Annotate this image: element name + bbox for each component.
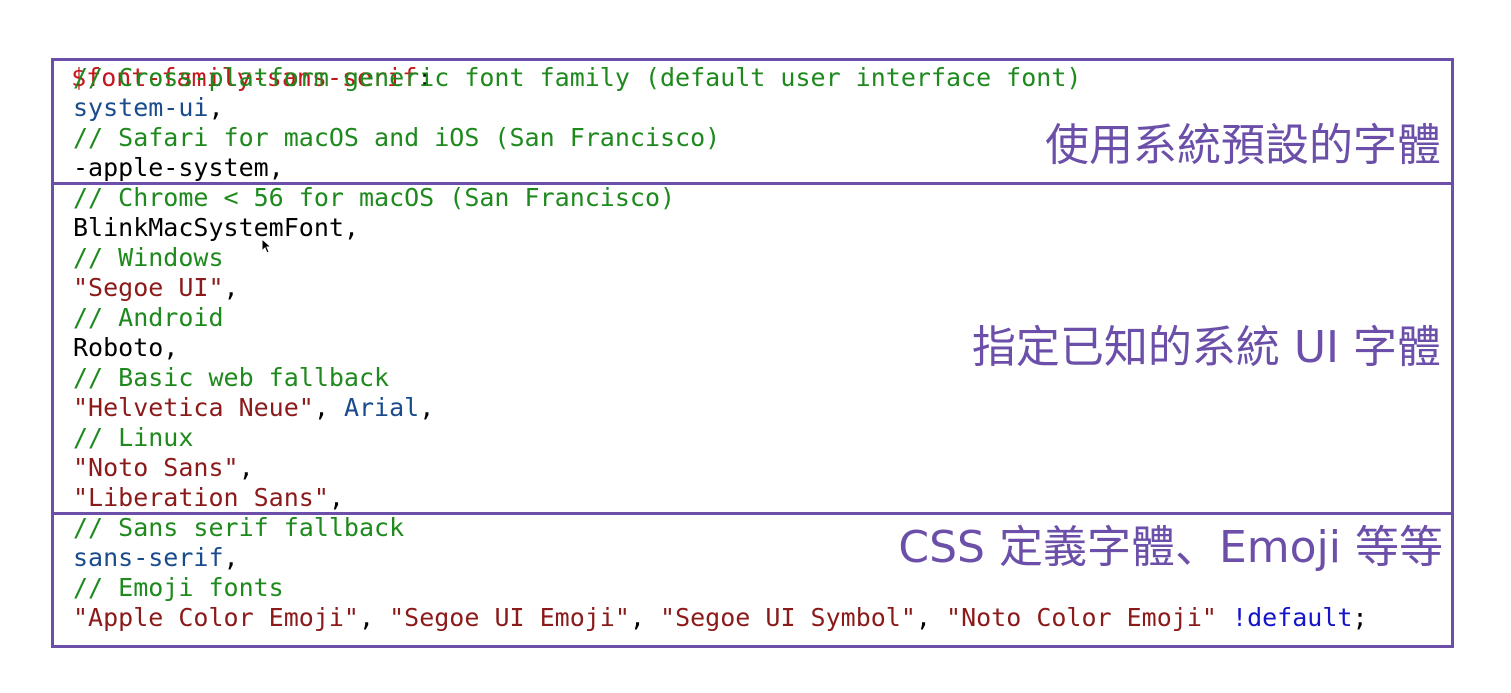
code-token-string: "Segoe UI Emoji" xyxy=(389,603,630,632)
code-line: // Cross-platform generic font family (d… xyxy=(73,63,1081,93)
code-token-plain: Roboto, xyxy=(73,333,179,362)
code-line: // Android xyxy=(73,303,224,333)
code-token-plain: , xyxy=(313,393,344,422)
code-token-keyword: system-ui xyxy=(73,93,209,122)
code-token-plain: , xyxy=(629,603,661,632)
code-line: // Emoji fonts xyxy=(73,573,284,603)
code-token-string: "Noto Color Emoji" xyxy=(946,603,1217,632)
code-line: sans-serif, xyxy=(73,543,239,573)
code-token-plain: , xyxy=(358,603,390,632)
code-token-string: "Apple Color Emoji" xyxy=(73,603,359,632)
code-line: // Safari for macOS and iOS (San Francis… xyxy=(73,123,720,153)
annotation-label-css-emoji: CSS 定義字體、Emoji 等等 xyxy=(898,522,1443,573)
code-line: // Basic web fallback xyxy=(73,363,389,393)
code-line: "Segoe UI", xyxy=(73,273,239,303)
code-token-plain: BlinkMacSystemFont, xyxy=(73,213,359,242)
code-line: BlinkMacSystemFont, xyxy=(73,213,359,243)
code-line: "Noto Sans", xyxy=(73,453,254,483)
annotation-label-system-default: 使用系統預設的字體 xyxy=(1045,120,1441,171)
code-token-plain: ; xyxy=(1352,603,1368,632)
code-line: -apple-system, xyxy=(73,153,284,183)
code-token-plain: , xyxy=(223,273,239,302)
code-token-comment: // Windows xyxy=(73,243,224,272)
code-token-plain: , xyxy=(328,483,344,512)
code-token-plain: , xyxy=(915,603,947,632)
code-token-comment: // Android xyxy=(73,303,224,332)
code-token-plain: , xyxy=(238,453,254,482)
annotation-label-known-system-ui: 指定已知的系統 UI 字體 xyxy=(971,322,1441,373)
code-token-comment: // Chrome < 56 for macOS (San Francisco) xyxy=(73,183,676,212)
code-token-plain: , xyxy=(419,393,435,422)
code-token-flag: !default xyxy=(1232,603,1353,632)
code-line: Roboto, xyxy=(73,333,178,363)
code-token-plain: -apple-system, xyxy=(73,153,284,182)
code-line: // Chrome < 56 for macOS (San Francisco) xyxy=(73,183,675,213)
code-token-string: "Noto Sans" xyxy=(73,453,239,482)
mouse-pointer-icon xyxy=(261,238,271,254)
code-token-keyword: Arial xyxy=(343,393,420,422)
code-line: system-ui, xyxy=(73,93,224,123)
code-token-comment: // Safari for macOS and iOS (San Francis… xyxy=(73,123,721,152)
code-token-comment: // Emoji fonts xyxy=(73,573,284,602)
code-token-string: "Helvetica Neue" xyxy=(73,393,314,422)
code-token-string: "Segoe UI" xyxy=(73,273,224,302)
code-line: // Linux xyxy=(73,423,193,453)
code-token-comment: // Cross-platform generic font family (d… xyxy=(73,63,1082,92)
code-line: "Helvetica Neue", Arial, xyxy=(73,393,434,423)
code-line: "Liberation Sans", xyxy=(73,483,344,513)
code-token-keyword: sans-serif xyxy=(73,543,224,572)
code-line: "Apple Color Emoji", "Segoe UI Emoji", "… xyxy=(73,603,1368,633)
code-token-string: "Liberation Sans" xyxy=(73,483,329,512)
code-token-comment: // Sans serif fallback xyxy=(73,513,405,542)
code-token-plain: , xyxy=(223,543,239,572)
code-token-string: "Segoe UI Symbol" xyxy=(660,603,916,632)
code-token-comment: // Linux xyxy=(73,423,194,452)
code-token-plain: , xyxy=(208,93,224,122)
code-line: // Sans serif fallback xyxy=(73,513,404,543)
code-token-comment: // Basic web fallback xyxy=(73,363,390,392)
code-line: // Windows xyxy=(73,243,224,273)
